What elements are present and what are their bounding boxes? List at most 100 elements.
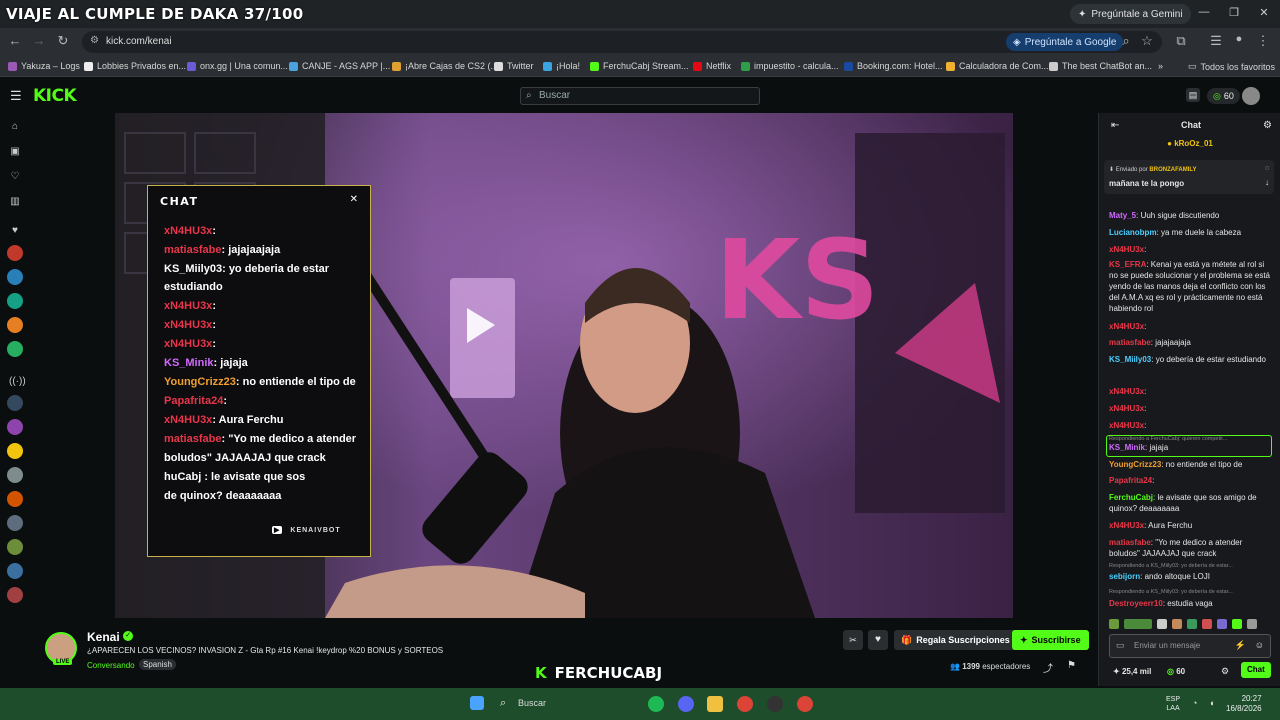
collapse-chat-icon[interactable]: ⇤	[1111, 120, 1119, 131]
chat-username[interactable]: xN4HU3x	[1109, 421, 1144, 430]
chat-message[interactable]: sebijorn: ando altoque LOJI	[1109, 571, 1273, 582]
channel-avatar[interactable]	[7, 515, 23, 531]
chat-username[interactable]: FerchuCabj	[1109, 493, 1153, 502]
chat-message[interactable]: KS_Miily03: yo debería de estar estudian…	[1109, 354, 1273, 365]
chrome-icon[interactable]	[797, 696, 813, 712]
discord-icon[interactable]	[678, 696, 694, 712]
commands-icon[interactable]: ⚡	[1235, 640, 1246, 651]
bookmark-item[interactable]: Lobbies Privados en...	[84, 61, 186, 71]
obs-icon[interactable]	[767, 696, 783, 712]
chat-message[interactable]: KS_EFRA: Kenai ya está ya métete al rol …	[1109, 259, 1273, 314]
channel-avatar[interactable]	[7, 245, 23, 261]
share-icon[interactable]: ⤴	[1043, 660, 1053, 675]
ask-google-button[interactable]: ◈ Pregúntale a Google	[1006, 33, 1124, 51]
chat-username[interactable]: sebijorn	[1109, 572, 1140, 581]
forward-icon[interactable]: →	[28, 33, 50, 48]
emote-icon[interactable]	[1232, 619, 1242, 629]
chat-username[interactable]: YoungCrizz23	[1109, 460, 1161, 469]
library-icon[interactable]: ▤	[1186, 88, 1200, 102]
send-button[interactable]: Chat	[1241, 662, 1271, 678]
stream-category[interactable]: Conversando	[87, 661, 135, 670]
chat-message[interactable]: Destroyeerr10: estudia vaga	[1109, 598, 1273, 609]
spotify-icon[interactable]	[648, 696, 664, 712]
chat-username[interactable]: xN4HU3x	[1109, 521, 1144, 530]
gift-subs-button[interactable]: 🎁 Regala Suscripciones	[894, 630, 1017, 650]
bookmarks-overflow-icon[interactable]: »	[1158, 61, 1163, 71]
chat-username[interactable]: matiasfabe	[1109, 338, 1151, 347]
chat-username[interactable]: xN4HU3x	[1109, 404, 1144, 413]
search-input[interactable]: ⌕ Buscar	[520, 87, 760, 105]
taskbar-search-icon[interactable]: ⌕	[500, 697, 506, 710]
zoom-icon[interactable]: ⌕	[1115, 33, 1137, 49]
channel-avatar[interactable]	[7, 269, 23, 285]
channel-avatar[interactable]	[7, 293, 23, 309]
channel-avatar[interactable]	[7, 587, 23, 603]
emote-icon[interactable]	[1247, 619, 1257, 629]
channel-avatar[interactable]	[7, 443, 23, 459]
channel-avatar[interactable]	[7, 395, 23, 411]
chat-username[interactable]: KS_EFRA	[1109, 260, 1146, 269]
language-indicator[interactable]: ESP LAA	[1166, 695, 1180, 713]
coin-balance[interactable]: ◎ 60	[1167, 667, 1185, 676]
all-bookmarks[interactable]: ▭ Todos los favoritos	[1188, 61, 1275, 72]
chat-username[interactable]: matiasfabe	[1109, 538, 1151, 547]
emote-icon[interactable]	[1217, 619, 1227, 629]
chat-message[interactable]: xN4HU3x:	[1109, 244, 1273, 255]
back-icon[interactable]: ←	[4, 33, 26, 48]
chat-message[interactable]: matiasfabe: "Yo me dedico a atender bolu…	[1109, 537, 1273, 559]
chat-username[interactable]: Lucianobpm	[1109, 228, 1157, 237]
chat-username[interactable]: xN4HU3x	[1109, 245, 1144, 254]
gemini-button[interactable]: ✦ Pregúntale a Gemini	[1070, 4, 1191, 24]
chrome-icon[interactable]	[737, 696, 753, 712]
bookmark-item[interactable]: Booking.com: Hotel...	[844, 61, 943, 71]
kick-logo[interactable]: KICK	[33, 86, 77, 106]
bookmark-item[interactable]: Calculadora de Com...	[946, 61, 1049, 71]
chat-message[interactable]: Maty_5: Uuh sigue discutiendo	[1109, 210, 1273, 221]
chat-message[interactable]: FerchuCabj: le avisate que sos amigo de …	[1109, 492, 1273, 514]
clips-icon[interactable]: ▥	[9, 196, 21, 208]
emote-icon[interactable]	[1124, 619, 1152, 629]
chat-username[interactable]: xN4HU3x	[1109, 322, 1144, 331]
bookmark-item[interactable]: Twitter	[494, 61, 534, 71]
expand-icon[interactable]: ↓	[1265, 178, 1269, 187]
chat-username[interactable]: KS_Miily03	[1109, 355, 1151, 364]
chat-message[interactable]: xN4HU3x:	[1109, 403, 1273, 414]
coins-badge[interactable]: ◎ 60	[1207, 88, 1240, 104]
chat-message[interactable]: Papafrita24:	[1109, 475, 1273, 486]
emote-icon[interactable]	[1202, 619, 1212, 629]
bookmark-item[interactable]: FerchuCabj Stream...	[590, 61, 689, 71]
profile-avatar[interactable]: ●	[1228, 33, 1250, 45]
extensions-icon[interactable]: ⧉	[1170, 33, 1192, 49]
channel-avatar[interactable]	[7, 341, 23, 357]
chat-input[interactable]: ▭ Enviar un mensaje ⚡ ☺	[1109, 634, 1271, 658]
clock[interactable]: 20:27 16/8/2026	[1226, 694, 1262, 714]
wifi-icon[interactable]: ◔	[1192, 698, 1197, 708]
chat-gear-icon[interactable]: ⚙	[1221, 666, 1229, 677]
emote-icon[interactable]	[1187, 619, 1197, 629]
home-icon[interactable]: ⌂	[9, 121, 21, 133]
chat-message[interactable]: xN4HU3x:	[1109, 420, 1273, 431]
bookmark-item[interactable]: ¡Hola!	[543, 61, 580, 71]
chat-username[interactable]: Papafrita24	[1109, 476, 1152, 485]
subscribe-button[interactable]: ✦ Suscribirse	[1012, 630, 1089, 650]
chat-message[interactable]: xN4HU3x:	[1109, 321, 1273, 332]
volume-icon[interactable]: ◖	[1209, 698, 1214, 708]
emote-icon[interactable]	[1109, 619, 1119, 629]
bookmark-item[interactable]: CANJE - AGS APP |...	[289, 61, 390, 71]
address-bar[interactable]: ⚙ kick.com/kenai	[82, 31, 1162, 53]
chat-message[interactable]: Lucianobpm: ya me duele la cabeza	[1109, 227, 1273, 238]
bookmark-item[interactable]: Yakuza – Logs	[8, 61, 80, 71]
reload-icon[interactable]: ↻	[52, 33, 74, 49]
pinned-message[interactable]: ⬇ Enviado por BRONZAFAMILY mañana te la …	[1104, 160, 1274, 194]
channel-points[interactable]: ✦ 25,4 mil	[1113, 667, 1151, 676]
chat-message[interactable]: matiasfabe: jajajaajaja	[1109, 337, 1273, 348]
chat-message[interactable]: xN4HU3x: Aura Ferchu	[1109, 520, 1273, 531]
chat-message[interactable]: xN4HU3x:	[1109, 386, 1273, 397]
minimize-icon[interactable]: —	[1194, 6, 1214, 18]
follow-heart-icon[interactable]: ♥	[868, 630, 888, 650]
channel-avatar[interactable]	[7, 317, 23, 333]
user-avatar[interactable]	[1242, 87, 1260, 105]
explorer-icon[interactable]	[707, 696, 723, 712]
windows-start-icon[interactable]	[470, 696, 484, 710]
chat-username[interactable]: Destroyeerr10	[1109, 599, 1163, 608]
